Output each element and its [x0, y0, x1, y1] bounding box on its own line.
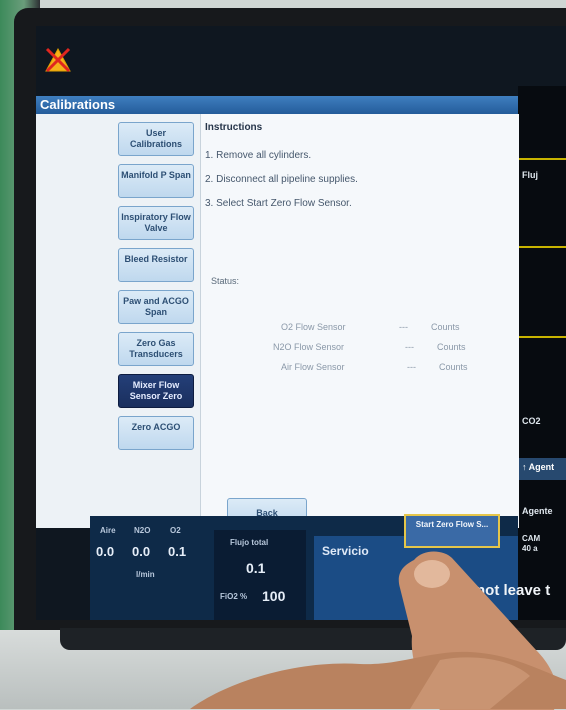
nav-inspiratory-flow-valve[interactable]: Inspiratory Flow Valve: [118, 206, 194, 240]
calibration-nav: User Calibrations Manifold P Span Inspir…: [118, 122, 198, 458]
nav-paw-acgo-span[interactable]: Paw and ACGO Span: [118, 290, 194, 324]
hand: [190, 651, 566, 709]
nav-zero-gas-transducers[interactable]: Zero Gas Transducers: [118, 332, 194, 366]
sensor-name: O2 Flow Sensor: [281, 322, 346, 332]
alarm-silenced-icon[interactable]: [44, 46, 72, 74]
instruction-step: 3. Select Start Zero Flow Sensor.: [205, 198, 352, 209]
nav-user-calibrations[interactable]: User Calibrations: [118, 122, 194, 156]
instructions-panel: Instructions 1. Remove all cylinders. 2.…: [200, 114, 519, 528]
gas-label-n2o: N2O: [134, 526, 151, 535]
sensor-unit: Counts: [439, 362, 468, 372]
sensor-value: ---: [399, 322, 408, 332]
gas-value-air: 0.0: [96, 544, 115, 559]
monitor-screen: Fluj CO2 Agente CAM 40 a ↑ Agent Calibra…: [36, 26, 566, 620]
flow-total-label: Flujo total: [230, 538, 269, 547]
sensor-unit: Counts: [437, 342, 466, 352]
arrow-up-icon: ↑: [522, 462, 527, 472]
nav-bleed-resistor[interactable]: Bleed Resistor: [118, 248, 194, 282]
instruction-step: 2. Disconnect all pipeline supplies.: [205, 174, 358, 185]
sensor-name: Air Flow Sensor: [281, 362, 345, 372]
gas-value-o2: 0.1: [168, 544, 187, 559]
nav-mixer-flow-sensor-zero[interactable]: Mixer Flow Sensor Zero: [118, 374, 194, 408]
flow-total-value: 0.1: [246, 560, 266, 576]
instructions-title: Instructions: [205, 122, 263, 133]
waveform-line: [518, 336, 566, 338]
agent-button[interactable]: ↑ Agent: [518, 458, 566, 480]
waveform-line: [518, 158, 566, 160]
instruction-step: 1. Remove all cylinders.: [205, 150, 312, 161]
gas-unit: l/min: [136, 570, 155, 579]
sensor-value: ---: [405, 342, 414, 352]
calibrations-window: Calibrations User Calibrations Manifold …: [36, 96, 519, 528]
gas-label-air: Aire: [100, 526, 116, 535]
sensor-name: N2O Flow Sensor: [273, 342, 345, 352]
co2-side-label: CO2: [522, 416, 541, 426]
flow-side-label: Fluj: [522, 170, 538, 180]
agent-button-label: Agent: [528, 462, 555, 472]
fio2-label: FiO2 %: [220, 592, 248, 601]
agent-side-label: Agente: [522, 506, 553, 516]
gas-value-n2o: 0.0: [132, 544, 151, 559]
nav-manifold-p-span[interactable]: Manifold P Span: [118, 164, 194, 198]
gas-label-o2: O2: [170, 526, 181, 535]
waveform-line: [518, 246, 566, 248]
fio2-value: 100: [262, 588, 286, 604]
status-label: Status:: [211, 276, 240, 286]
sensor-unit: Counts: [431, 322, 460, 332]
nav-zero-acgo[interactable]: Zero ACGO: [118, 416, 194, 450]
window-title: Calibrations: [36, 96, 518, 114]
sensor-value: ---: [407, 362, 416, 372]
